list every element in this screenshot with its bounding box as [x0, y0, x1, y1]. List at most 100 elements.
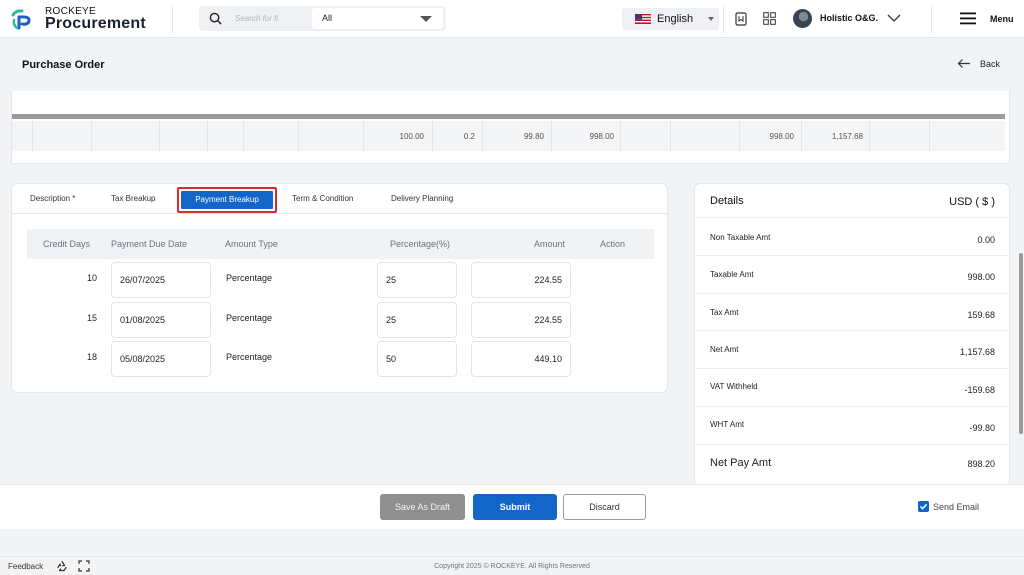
search-filter-value: All [322, 13, 333, 23]
submit-button[interactable]: Submit [473, 494, 557, 520]
due-date-value: 05/08/2025 [120, 354, 166, 364]
cell-divider [363, 121, 364, 151]
vertical-scrollbar[interactable] [1019, 253, 1023, 434]
cell-divider [482, 121, 483, 151]
language-label: English [657, 13, 694, 25]
amount-field[interactable]: 224.55 [471, 302, 571, 338]
col-amount-type: Amount Type [225, 239, 278, 249]
detail-row: Taxable Amt 998.00 [695, 256, 1009, 294]
detail-value: 159.68 [967, 310, 995, 320]
detail-value: -159.68 [964, 385, 995, 395]
avatar[interactable] [793, 9, 812, 28]
cell-divider [869, 121, 870, 151]
cell-divider [298, 121, 299, 151]
send-email-label: Send Email [933, 502, 980, 512]
bookmark-icon[interactable] [735, 12, 747, 26]
percentage-value: 50 [386, 354, 397, 364]
tab-payment-breakup-highlight: Payment Breakup [177, 187, 277, 213]
col-credit-days: Credit Days [43, 239, 91, 249]
cell-divider [670, 121, 671, 151]
cell-divider [432, 121, 433, 151]
cell-value: 998.00 [589, 132, 614, 141]
rockeye-logo-icon [11, 9, 31, 30]
col-percentage: Percentage(%) [390, 239, 451, 249]
details-summary-card: Details USD ( $ ) Non Taxable Amt 0.00 T… [694, 183, 1010, 488]
tab-payment-breakup[interactable]: Payment Breakup [181, 191, 273, 209]
save-as-draft-button[interactable]: Save As Draft [380, 494, 465, 520]
tab-term-condition[interactable]: Term & Condition [292, 194, 353, 203]
cell-value: 99.80 [523, 132, 544, 141]
credit-days-value: 18 [86, 352, 97, 362]
col-amount: Amount [534, 239, 566, 249]
cell-value: 0.2 [463, 132, 475, 141]
cell-divider [620, 121, 621, 151]
cell-divider [207, 121, 208, 151]
col-action: Action [600, 239, 626, 249]
detail-label: Net Amt [710, 345, 739, 354]
top-bar: ROCKEYE Procurement All English [0, 0, 1024, 38]
amount-value: 449.10 [534, 354, 562, 364]
brand-title: Procurement [45, 15, 146, 32]
page-title: Purchase Order [22, 59, 105, 71]
due-date-field[interactable]: 01/08/2025 [111, 302, 211, 338]
percentage-field[interactable]: 25 [377, 262, 457, 298]
detail-row: Tax Amt 159.68 [695, 294, 1009, 331]
apps-grid-icon[interactable] [763, 12, 776, 25]
send-email-checkbox[interactable] [918, 501, 929, 512]
copyright-text: Copyright 2025 © ROCKEYE. All Rights Res… [434, 563, 590, 570]
detail-row-net-pay: Net Pay Amt 898.20 [695, 445, 1009, 487]
table-row: 10 26/07/2025 Percentage 25 224.55 [27, 260, 654, 298]
percentage-value: 25 [386, 275, 397, 285]
tab-tax-breakup[interactable]: Tax Breakup [111, 194, 155, 203]
hamburger-menu-icon[interactable] [960, 12, 976, 25]
cell-divider [243, 121, 244, 151]
due-date-field[interactable]: 05/08/2025 [111, 341, 211, 377]
percentage-field[interactable]: 50 [377, 341, 457, 377]
detail-row: WHT Amt -99.80 [695, 407, 1009, 445]
payment-table-header: Credit Days Payment Due Date Amount Type… [27, 229, 654, 259]
cell-divider [159, 121, 160, 151]
details-title: Details [710, 195, 744, 207]
discard-button[interactable]: Discard [563, 494, 646, 520]
divider [723, 5, 724, 33]
percentage-field[interactable]: 25 [377, 302, 457, 338]
chevron-down-icon [420, 16, 432, 22]
details-header: Details USD ( $ ) [695, 184, 1009, 218]
amount-type-value: Percentage [226, 313, 273, 323]
tab-delivery-planning[interactable]: Delivery Planning [391, 194, 453, 203]
arrow-left-icon[interactable] [957, 58, 971, 69]
line-items-table: 100.00 0.2 99.80 998.00 998.00 1,157.68 [11, 91, 1010, 164]
search-filter-select[interactable]: All [312, 8, 443, 29]
menu-label[interactable]: Menu [990, 14, 1014, 24]
col-payment-due-date: Payment Due Date [111, 239, 188, 249]
cell-divider [929, 121, 930, 151]
amount-field[interactable]: 224.55 [471, 262, 571, 298]
cell-value: 100.00 [399, 132, 424, 141]
cell-divider [801, 121, 802, 151]
payment-breakup-card: Description * Tax Breakup Payment Breaku… [11, 183, 668, 393]
table-row: 100.00 0.2 99.80 998.00 998.00 1,157.68 [12, 121, 1005, 151]
language-select[interactable]: English [622, 8, 719, 30]
detail-value: 898.20 [967, 459, 995, 469]
chevron-down-icon[interactable] [887, 13, 901, 23]
due-date-field[interactable]: 26/07/2025 [111, 262, 211, 298]
cell-divider [551, 121, 552, 151]
detail-label: Tax Amt [710, 308, 739, 317]
user-name[interactable]: Holistic O&G. [820, 13, 878, 23]
chevron-down-icon [708, 17, 714, 21]
search-icon[interactable] [209, 12, 222, 25]
page-header: Purchase Order Back [0, 39, 1024, 91]
tab-description[interactable]: Description * [30, 194, 75, 203]
cell-value: 998.00 [769, 132, 794, 141]
search-input[interactable] [235, 10, 307, 27]
detail-value: 0.00 [977, 235, 995, 245]
due-date-value: 01/08/2025 [120, 315, 166, 325]
amount-value: 224.55 [534, 315, 562, 325]
horizontal-scrollbar[interactable] [12, 114, 1005, 119]
divider [931, 5, 932, 33]
detail-label: Taxable Amt [710, 270, 754, 279]
back-button[interactable]: Back [980, 59, 1000, 69]
cell-divider [91, 121, 92, 151]
detail-label: Non Taxable Amt [710, 233, 771, 242]
amount-field[interactable]: 449.10 [471, 341, 571, 377]
